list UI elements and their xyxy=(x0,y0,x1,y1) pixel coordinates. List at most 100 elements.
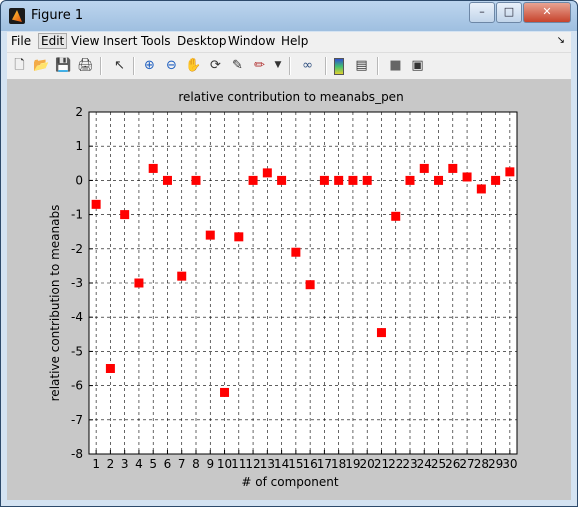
x-tick-label: 5 xyxy=(149,457,157,471)
data-point xyxy=(148,163,158,173)
data-point xyxy=(220,387,230,397)
data-point xyxy=(291,247,301,257)
y-tick-label: -6 xyxy=(71,379,83,393)
data-point xyxy=(405,175,415,185)
colorbar-icon[interactable] xyxy=(334,58,344,75)
menu-file[interactable]: File xyxy=(9,34,33,48)
data-point xyxy=(348,175,358,185)
x-tick-label: 3 xyxy=(121,457,129,471)
save-icon[interactable]: 💾 xyxy=(55,57,72,74)
y-tick-label: -8 xyxy=(71,447,83,461)
x-tick-label: 6 xyxy=(164,457,172,471)
brush-icon[interactable]: ✏ xyxy=(251,57,268,74)
x-tick-label: 25 xyxy=(431,457,446,471)
data-point xyxy=(191,175,201,185)
pan-hand-icon[interactable]: ✋ xyxy=(185,57,202,74)
x-tick-label: 7 xyxy=(178,457,186,471)
x-tick-label: 4 xyxy=(135,457,143,471)
data-point xyxy=(476,184,486,194)
y-tick-label: 2 xyxy=(75,105,83,119)
menu-help[interactable]: Help xyxy=(279,34,310,48)
x-tick-label: 14 xyxy=(274,457,289,471)
x-tick-label: 26 xyxy=(445,457,460,471)
menu-desktop[interactable]: Desktop xyxy=(175,34,229,48)
data-point xyxy=(434,175,444,185)
y-tick-label: -1 xyxy=(71,208,83,222)
link-plot-icon[interactable]: ∞ xyxy=(299,57,316,74)
data-point xyxy=(162,175,172,185)
y-tick-label: -2 xyxy=(71,242,83,256)
menu-edit[interactable]: Edit xyxy=(38,33,68,49)
x-tick-label: 21 xyxy=(374,457,389,471)
x-tick-label: 19 xyxy=(345,457,360,471)
dropdown-arrow-icon[interactable]: ▼ xyxy=(273,57,283,74)
y-tick-label: -5 xyxy=(71,344,83,358)
figure-canvas: relative contribution to meanabs_pen # o… xyxy=(7,79,571,500)
x-tick-label: 1 xyxy=(92,457,100,471)
zoom-out-icon[interactable]: ⊖ xyxy=(163,57,180,74)
data-point xyxy=(448,163,458,173)
menu-view[interactable]: View xyxy=(69,34,101,48)
dock-arrow-icon[interactable]: ↘ xyxy=(557,35,565,46)
x-tick-label: 15 xyxy=(288,457,303,471)
x-tick-label: 2 xyxy=(107,457,115,471)
x-tick-label: 29 xyxy=(488,457,503,471)
y-tick-label: -7 xyxy=(71,413,83,427)
chart-title: relative contribution to meanabs_pen xyxy=(178,90,403,104)
x-tick-label: 22 xyxy=(388,457,403,471)
x-tick-label: 20 xyxy=(360,457,375,471)
data-point xyxy=(277,175,287,185)
data-point xyxy=(419,163,429,173)
y-tick-label: 0 xyxy=(75,173,83,187)
data-cursor-icon[interactable]: ✎ xyxy=(229,57,246,74)
title-bar[interactable]: Figure 1 – □ ✕ xyxy=(1,1,577,31)
y-tick-label: -3 xyxy=(71,276,83,290)
data-point xyxy=(91,199,101,209)
data-point xyxy=(262,168,272,178)
x-tick-label: 12 xyxy=(245,457,260,471)
y-tick-label: -4 xyxy=(71,310,83,324)
data-point xyxy=(491,175,501,185)
show-plot-tools-icon[interactable]: ▣ xyxy=(409,57,426,74)
x-tick-label: 23 xyxy=(402,457,417,471)
x-tick-label: 24 xyxy=(417,457,432,471)
menu-insert[interactable]: Insert xyxy=(101,34,139,48)
x-tick-label: 16 xyxy=(302,457,317,471)
data-point xyxy=(391,211,401,221)
rotate-3d-icon[interactable]: ⟳ xyxy=(207,57,224,74)
x-tick-label: 30 xyxy=(502,457,517,471)
window-title: Figure 1 xyxy=(31,8,84,23)
close-button[interactable]: ✕ xyxy=(523,2,571,23)
x-tick-label: 18 xyxy=(331,457,346,471)
open-file-icon[interactable]: 📂 xyxy=(33,57,50,74)
x-tick-label: 13 xyxy=(260,457,275,471)
x-tick-label: 28 xyxy=(474,457,489,471)
minimize-button[interactable]: – xyxy=(469,2,495,23)
figure-window: Figure 1 – □ ✕ File Edit View Insert Too… xyxy=(0,0,578,507)
x-tick-label: 11 xyxy=(231,457,246,471)
menu-tools[interactable]: Tools xyxy=(139,34,173,48)
print-icon[interactable]: 🖨 xyxy=(77,57,94,74)
select-arrow-icon[interactable]: ↖ xyxy=(111,57,128,74)
data-point xyxy=(334,175,344,185)
maximize-button[interactable]: □ xyxy=(496,2,522,23)
data-point xyxy=(234,232,244,242)
hide-plot-tools-icon[interactable]: ■ xyxy=(387,57,404,74)
zoom-in-icon[interactable]: ⊕ xyxy=(141,57,158,74)
data-point xyxy=(505,167,515,177)
scatter-plot[interactable]: relative contribution to meanabs_pen # o… xyxy=(7,79,571,500)
new-figure-icon[interactable]: 🗋 xyxy=(11,57,28,74)
data-point xyxy=(134,278,144,288)
figure-toolbar: 🗋 📂 💾 🖨 ↖ ⊕ ⊖ ✋ ⟳ ✎ ✏ ▼ ∞ ▤ ■ ▣ xyxy=(7,52,571,79)
data-point xyxy=(177,271,187,281)
menu-window[interactable]: Window xyxy=(226,34,277,48)
matlab-icon xyxy=(9,8,25,24)
data-point xyxy=(319,175,329,185)
data-point xyxy=(376,328,386,338)
x-axis-label: # of component xyxy=(241,475,338,489)
data-point xyxy=(205,230,215,240)
data-point xyxy=(462,172,472,182)
y-tick-label: 1 xyxy=(75,139,83,153)
legend-icon[interactable]: ▤ xyxy=(353,57,370,74)
x-tick-label: 8 xyxy=(192,457,200,471)
